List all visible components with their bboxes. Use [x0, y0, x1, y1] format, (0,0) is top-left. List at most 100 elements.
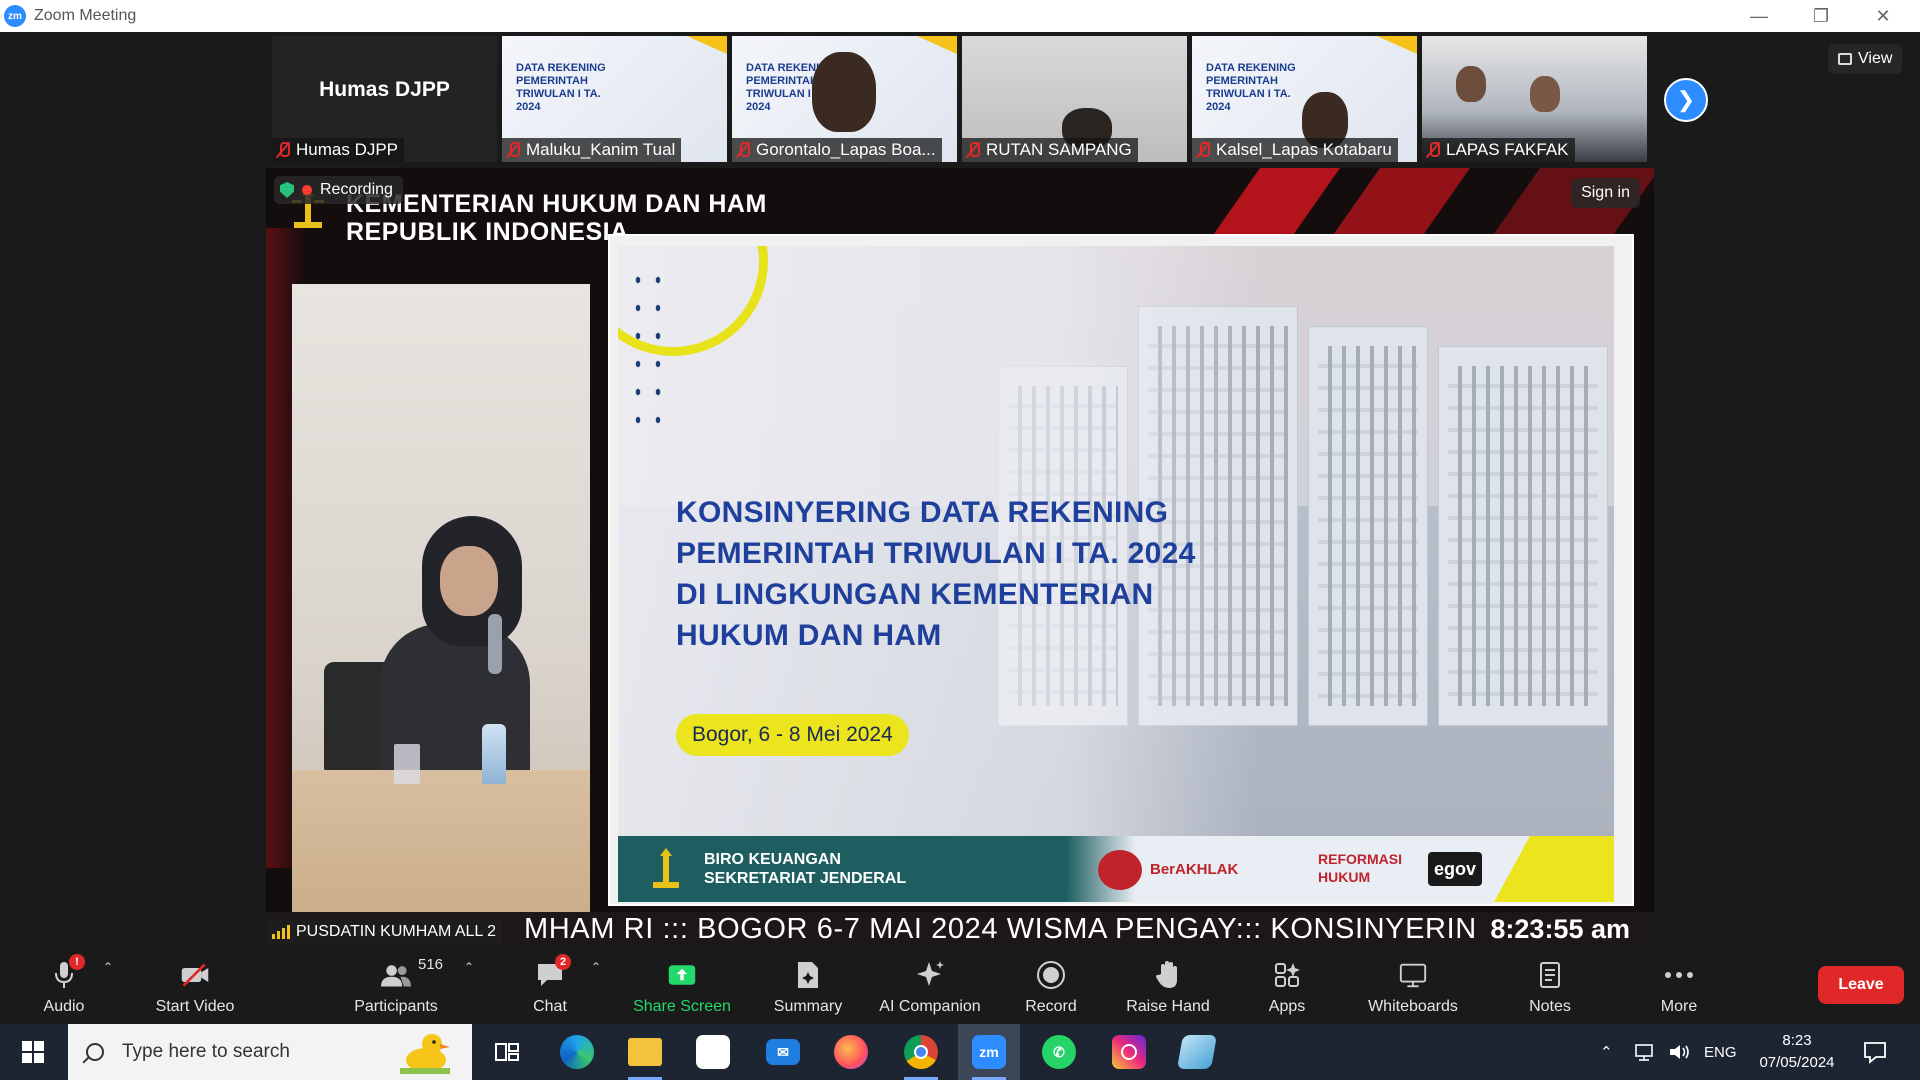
participant-label: Humas DJPP — [272, 138, 405, 162]
ticker-time: 8:23:55 am — [1490, 914, 1630, 944]
ticker-text: MHAM RI ::: BOGOR 6-7 MAI 2024 WISMA PEN… — [524, 913, 1477, 945]
mic-muted-icon — [1196, 141, 1210, 159]
speaker-video — [292, 284, 590, 932]
audio-alert-badge: ! — [69, 954, 85, 970]
store-icon — [696, 1035, 730, 1069]
start-video-button[interactable]: Start Video — [148, 946, 242, 1024]
task-view-button[interactable] — [476, 1024, 538, 1080]
notes-button[interactable]: Notes — [1526, 946, 1574, 1024]
more-button[interactable]: More — [1658, 946, 1700, 1024]
speaker-icon — [1670, 1045, 1689, 1059]
close-button[interactable]: ✕ — [1852, 0, 1914, 32]
taskbar-app-edge[interactable] — [546, 1024, 608, 1080]
participant-tile[interactable]: Humas DJPP Humas DJPP — [272, 36, 497, 162]
search-icon — [86, 1043, 104, 1061]
mic-muted-icon — [506, 141, 520, 159]
taskbar-clock[interactable]: 8:23 07/05/2024 — [1742, 1030, 1852, 1074]
summary-button[interactable]: Summary — [766, 946, 850, 1024]
next-page-button[interactable]: ❯ — [1664, 78, 1708, 122]
participant-big-name: Humas DJPP — [319, 78, 450, 101]
taskbar-app-instagram[interactable] — [1098, 1024, 1160, 1080]
firefox-icon — [834, 1035, 868, 1069]
taskbar-app-notepad[interactable] — [1166, 1024, 1228, 1080]
start-button[interactable] — [0, 1024, 66, 1080]
windows-logo-icon — [22, 1041, 44, 1063]
network-icon — [1635, 1044, 1653, 1061]
berakhlak-logo: BerAKHLAK — [1150, 861, 1239, 878]
notifications-button[interactable] — [1862, 1024, 1888, 1080]
taskbar-app-firefox[interactable] — [820, 1024, 882, 1080]
mic-muted-icon — [736, 141, 750, 159]
egov-logo: egov — [1428, 852, 1483, 886]
hand-icon — [1153, 960, 1183, 990]
taskbar-app-store[interactable] — [682, 1024, 744, 1080]
edge-browser-icon — [560, 1035, 594, 1069]
window-titlebar: zm Zoom Meeting — ❐ ✕ — [0, 0, 1920, 32]
reformasi-hukum-logo: REFORMASI HUKUM — [1318, 851, 1402, 885]
raise-hand-button[interactable]: Raise Hand — [1126, 946, 1210, 1024]
taskbar-app-file-explorer[interactable] — [614, 1024, 676, 1080]
share-screen-button[interactable]: Share Screen — [630, 946, 734, 1024]
restore-button[interactable]: ❐ — [1790, 0, 1852, 32]
notes-icon — [1535, 960, 1565, 990]
whiteboards-button[interactable]: Whiteboards — [1364, 946, 1462, 1024]
taskbar-app-zoom[interactable]: zm — [958, 1024, 1020, 1080]
participant-label: LAPAS FAKFAK — [1422, 138, 1575, 162]
tray-chevron[interactable]: ⌃ — [1600, 1024, 1613, 1080]
chrome-icon — [904, 1035, 938, 1069]
participant-tile[interactable]: DATA REKENING PEMERINTAH TRIWULAN I TA. … — [732, 36, 957, 162]
taskbar-search-input[interactable]: Type here to search — [68, 1024, 472, 1080]
view-button[interactable]: View — [1828, 44, 1903, 74]
windows-taskbar: Type here to search ✉ zm ✆ ⌃ ENG 8:23 07… — [0, 1024, 1920, 1080]
summary-icon — [793, 960, 823, 990]
video-off-icon — [180, 960, 210, 990]
whiteboard-icon — [1398, 960, 1428, 990]
participants-options-caret[interactable]: ⌃ — [464, 960, 474, 974]
taskbar-app-mail[interactable]: ✉ — [752, 1024, 814, 1080]
sign-in-button[interactable]: Sign in — [1571, 178, 1640, 208]
chat-icon: 2 — [535, 954, 571, 990]
audio-button[interactable]: ! Audio — [34, 946, 94, 1024]
slide-footer: BIRO KEUANGAN SEKRETARIAT JENDERAL BerAK… — [618, 836, 1614, 902]
search-placeholder: Type here to search — [122, 1041, 290, 1062]
chevron-right-icon: ❯ — [1676, 87, 1696, 112]
apps-button[interactable]: Apps — [1266, 946, 1308, 1024]
meeting-area: Humas DJPP Humas DJPP DATA REKENING PEME… — [0, 32, 1920, 946]
task-view-icon — [495, 1043, 519, 1061]
ellipsis-icon — [1664, 960, 1694, 990]
participant-strip: Humas DJPP Humas DJPP DATA REKENING PEME… — [272, 36, 1647, 162]
sparkle-icon — [915, 960, 945, 990]
participant-label: RUTAN SAMPANG — [962, 138, 1138, 162]
record-button[interactable]: Record — [1022, 946, 1080, 1024]
participant-face — [1456, 66, 1486, 102]
chevron-up-icon: ⌃ — [1600, 1044, 1613, 1061]
participant-face — [1530, 76, 1560, 112]
grid-icon — [1838, 53, 1852, 65]
network-tray-button[interactable] — [1634, 1024, 1658, 1080]
active-speaker-label: PUSDATIN KUMHAM ALL 2 — [266, 920, 503, 944]
notepad-icon — [1177, 1035, 1217, 1069]
language-indicator[interactable]: ENG — [1704, 1024, 1737, 1080]
participants-icon — [381, 960, 411, 990]
participant-tile[interactable]: LAPAS FAKFAK — [1422, 36, 1647, 162]
seal-icon — [1098, 850, 1142, 890]
taskbar-app-whatsapp[interactable]: ✆ — [1028, 1024, 1090, 1080]
minimize-button[interactable]: — — [1728, 0, 1790, 32]
chat-button[interactable]: 2 Chat — [530, 946, 571, 1024]
audio-options-caret[interactable]: ⌃ — [103, 960, 113, 974]
ai-companion-button[interactable]: AI Companion — [874, 946, 986, 1024]
chat-options-caret[interactable]: ⌃ — [591, 960, 601, 974]
leave-button[interactable]: Leave — [1818, 966, 1904, 1004]
participant-tile[interactable]: DATA REKENING PEMERINTAH TRIWULAN I TA. … — [1192, 36, 1417, 162]
participant-face — [812, 52, 876, 132]
mail-icon: ✉ — [766, 1039, 800, 1065]
recording-indicator[interactable]: Recording — [274, 176, 403, 204]
apps-icon — [1272, 960, 1302, 990]
taskbar-app-chrome[interactable] — [890, 1024, 952, 1080]
participant-tile[interactable]: RUTAN SAMPANG — [962, 36, 1187, 162]
volume-tray-button[interactable] — [1668, 1024, 1692, 1080]
participant-tile[interactable]: DATA REKENING PEMERINTAH TRIWULAN I TA. … — [502, 36, 727, 162]
notification-icon — [1864, 1042, 1886, 1064]
mic-muted-icon — [1426, 141, 1440, 159]
decorative-dots — [628, 266, 668, 426]
